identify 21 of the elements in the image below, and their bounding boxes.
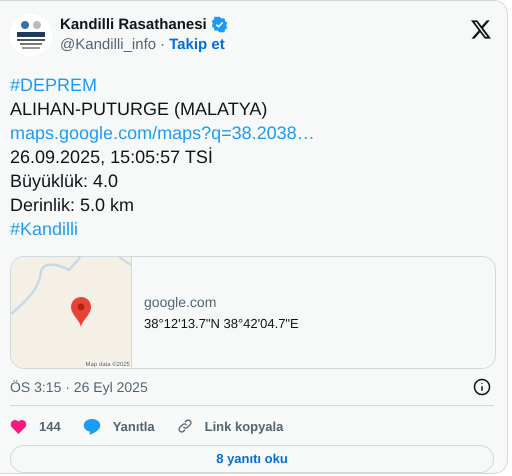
tweet-text: Büyüklük: 4.0: [10, 170, 120, 193]
tweet-text: 26.09.2025, 15:05:57 TSİ: [10, 146, 214, 169]
x-logo-icon[interactable]: [471, 20, 491, 39]
tweet-text: Derinlik: 5.0 km: [10, 194, 136, 217]
like-button[interactable]: 144: [10, 418, 61, 434]
follow-link[interactable]: Takip et: [169, 36, 225, 53]
timestamp[interactable]: ÖS 3:15 · 26 Eyl 2025: [10, 378, 148, 395]
avatar[interactable]: [10, 14, 52, 56]
author-name[interactable]: Kandilli Rasathanesi: [60, 16, 207, 33]
reply-button[interactable]: Yanıtla: [82, 418, 155, 435]
read-replies-button[interactable]: 8 yanıtı oku: [10, 444, 494, 474]
copy-button[interactable]: Link kopyala: [176, 418, 284, 434]
author-handle: @Kandilli_info: [60, 36, 156, 53]
link-domain: google.com: [144, 294, 218, 310]
tweet-text: ALIHAN-PUTURGE (MALATYA): [10, 99, 268, 119]
speech-bubble-icon: [82, 418, 101, 435]
info-icon[interactable]: [473, 378, 491, 396]
link-icon: [176, 418, 193, 434]
heart-icon: [10, 418, 27, 434]
separator-dot: ·: [160, 36, 166, 53]
link-title: 38°12'13.7"N 38°42'04.7"E: [144, 316, 299, 331]
